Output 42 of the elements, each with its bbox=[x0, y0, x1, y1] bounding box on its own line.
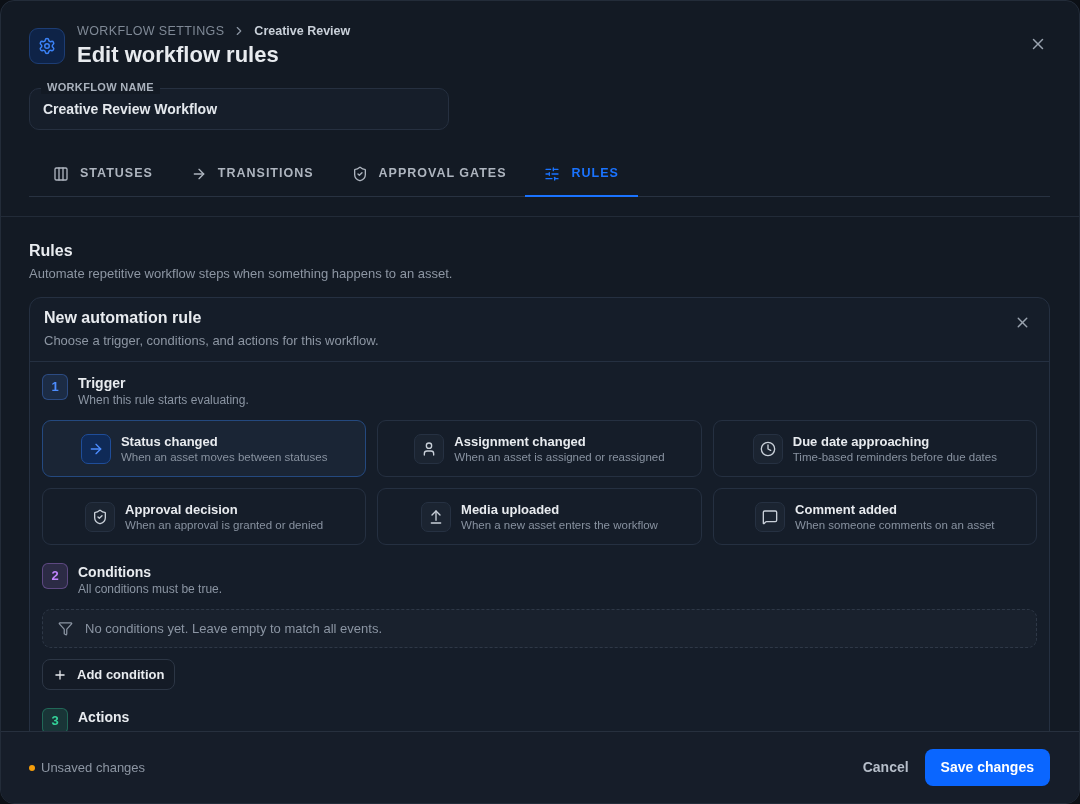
filter-icon bbox=[58, 621, 73, 636]
clock-icon bbox=[752, 433, 783, 464]
speech-bubble-icon bbox=[755, 501, 786, 532]
step-title: Actions bbox=[78, 708, 130, 726]
dialog-title: Edit workflow rules bbox=[77, 41, 280, 69]
section-description: Automate repetitive workflow steps when something happens to an asset. bbox=[29, 265, 454, 283]
tab[interactable]: APPROVAL GATES bbox=[332, 152, 526, 197]
step-number: 2 bbox=[42, 563, 68, 589]
person-icon bbox=[414, 433, 445, 464]
gear-icon bbox=[29, 28, 65, 64]
plus-icon bbox=[53, 667, 67, 682]
columns-icon bbox=[53, 165, 69, 182]
card-title: New automation rule bbox=[44, 308, 203, 328]
tab[interactable]: TRANSITIONS bbox=[171, 152, 333, 197]
save-button[interactable]: Save changes bbox=[924, 749, 1050, 786]
trigger-option[interactable]: Media uploaded When a new asset enters the workflow bbox=[377, 488, 702, 545]
sliders-icon bbox=[544, 165, 561, 182]
trigger-option[interactable]: Comment added When someone comments on an asset bbox=[712, 488, 1037, 545]
field-label: WORKFLOW NAME bbox=[41, 81, 160, 94]
trigger-option[interactable]: Status changed When an asset moves between statuses bbox=[42, 420, 367, 477]
status-text: Unsaved changes bbox=[41, 758, 146, 777]
trigger-option[interactable]: Approval decision When an approval is granted or denied bbox=[42, 488, 367, 545]
breadcrumb-current: Creative Review bbox=[254, 22, 351, 40]
add-condition-button[interactable]: Add condition bbox=[42, 659, 176, 690]
step-title: Trigger bbox=[78, 374, 127, 392]
shield-check-icon bbox=[85, 501, 116, 532]
shield-check-icon bbox=[351, 165, 368, 182]
empty-message: No conditions yet. Leave empty to match all events. bbox=[85, 619, 382, 638]
trigger-option[interactable]: Due date approaching Time-based reminders before due dates bbox=[712, 420, 1037, 477]
tab[interactable]: STATUSES bbox=[34, 152, 172, 197]
cancel-button[interactable]: Cancel bbox=[852, 749, 919, 786]
section-title: Rules bbox=[29, 241, 74, 261]
tab[interactable]: RULES bbox=[525, 152, 638, 197]
trigger-option[interactable]: Assignment changed When an asset is assigned or reassigned bbox=[377, 420, 702, 477]
breadcrumb-link[interactable]: WORKFLOW SETTINGS bbox=[77, 21, 225, 41]
upload-icon bbox=[421, 501, 452, 532]
step-title: Conditions bbox=[78, 563, 153, 581]
step-description: All conditions must be true. bbox=[78, 581, 223, 597]
arrow-right-icon bbox=[80, 433, 111, 464]
card-description: Choose a trigger, conditions, and actions for this workflow. bbox=[44, 332, 379, 350]
step-description: When this rule starts evaluating. bbox=[78, 392, 249, 408]
step-number: 1 bbox=[42, 374, 68, 400]
